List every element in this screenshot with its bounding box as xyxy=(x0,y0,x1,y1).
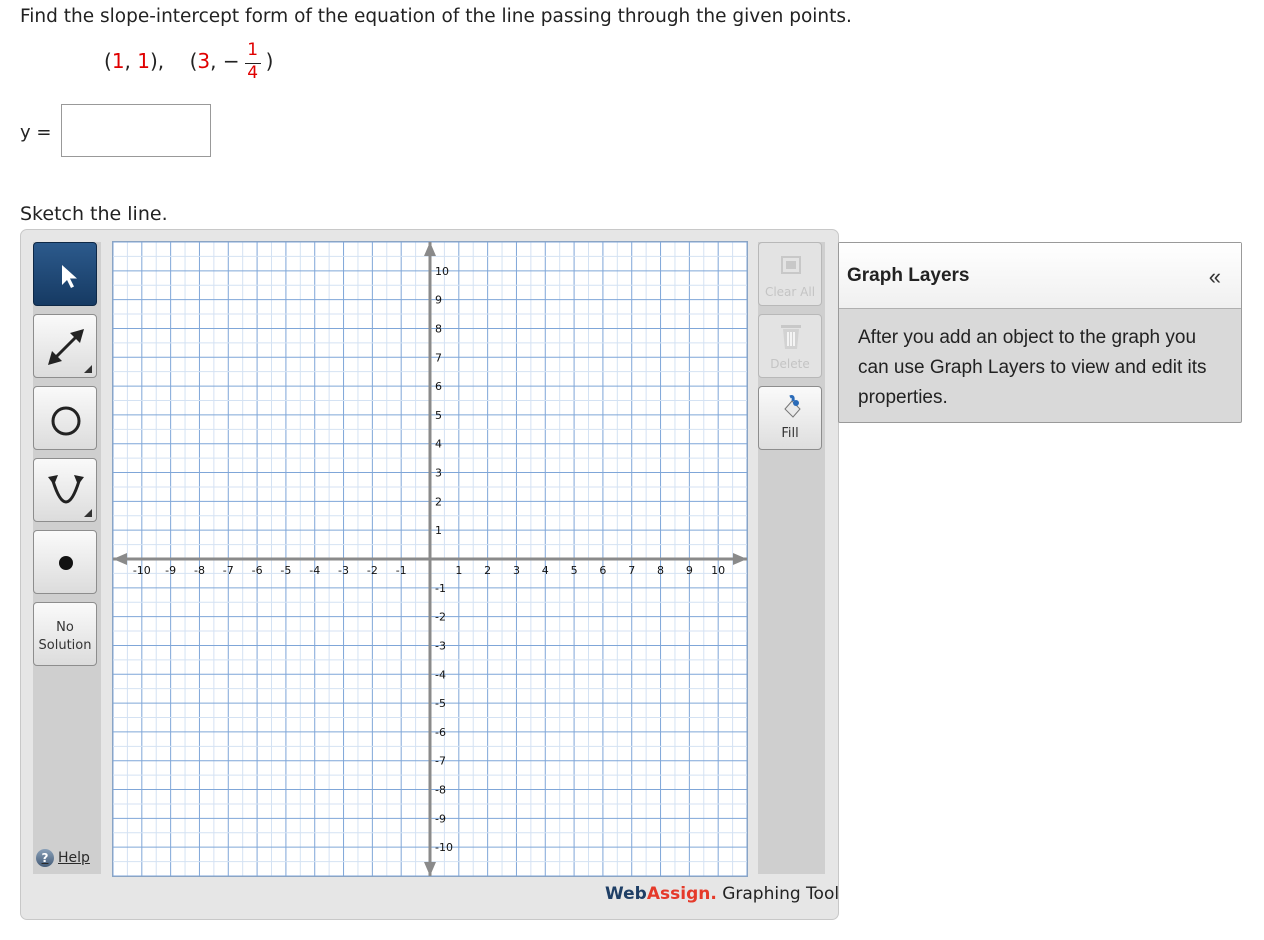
delete-button[interactable]: Delete xyxy=(758,314,822,378)
x-tick-label: 7 xyxy=(628,564,635,577)
y-tick-label: -7 xyxy=(435,755,446,768)
fraction-numerator: 1 xyxy=(247,40,259,60)
y-tick-label: 3 xyxy=(435,467,442,480)
y-tick-label: -10 xyxy=(435,841,453,854)
x-tick-label: -10 xyxy=(133,564,151,577)
x-tick-label: 3 xyxy=(513,564,520,577)
y-tick-label: 2 xyxy=(435,495,442,508)
point-1-x: 1 xyxy=(111,49,125,73)
coordinate-grid[interactable]: -10 -9 -8 -7 -6 -5 -4 -3 -2 -1 1 2 3 4 5 6 7 8 9 10 10 9 8 7 6 5 4… xyxy=(112,241,748,877)
pointer-icon xyxy=(62,265,77,288)
brand-assign: Assign. xyxy=(646,884,717,904)
x-tick-label: 6 xyxy=(599,564,606,577)
y-tick-label: 10 xyxy=(435,265,449,278)
point-2-x: 3 xyxy=(197,49,211,73)
brand-web: Web xyxy=(605,884,647,904)
submenu-indicator-icon xyxy=(84,509,92,517)
no-solution-button[interactable]: No Solution xyxy=(33,602,97,666)
x-tick-label: 9 xyxy=(686,564,693,577)
trash-icon xyxy=(781,325,801,349)
y-tick-label: 7 xyxy=(435,351,442,364)
graph-layers-panel: Graph Layers « After you add an object t… xyxy=(838,242,1242,423)
y-tick-label: -6 xyxy=(435,726,446,739)
separator: , − xyxy=(210,49,240,73)
point-1-y: 1 xyxy=(137,49,150,73)
submenu-indicator-icon xyxy=(84,365,92,373)
parabola-tool-button[interactable] xyxy=(33,458,97,522)
x-axis-arrow-left-icon xyxy=(113,553,127,565)
x-tick-label: 2 xyxy=(484,564,491,577)
point-2: (3, −1 4) xyxy=(190,40,274,83)
help-label: Help xyxy=(58,850,90,866)
x-tick-label: 8 xyxy=(657,564,664,577)
brand-graphing-tool: Graphing Tool xyxy=(716,884,840,904)
fill-button[interactable]: Fill xyxy=(758,386,822,450)
clear-all-button[interactable]: Clear All xyxy=(758,242,822,306)
x-tick-label: -8 xyxy=(194,564,205,577)
y-tick-label: -3 xyxy=(435,639,446,652)
paint-bucket-icon xyxy=(784,395,801,418)
y-axis-arrow-down-icon xyxy=(424,862,436,876)
fill-label: Fill xyxy=(781,426,799,441)
x-tick-label: -7 xyxy=(223,564,234,577)
point-icon xyxy=(59,556,73,570)
graph-canvas[interactable]: -10 -9 -8 -7 -6 -5 -4 -3 -2 -1 1 2 3 4 5 6 7 8 9 10 10 9 8 7 6 5 4… xyxy=(112,241,748,877)
point-1: (1, 1), xyxy=(104,49,164,73)
separator: , xyxy=(124,49,138,73)
point-2-y-fraction: 14 xyxy=(242,40,264,83)
y-tick-label: 8 xyxy=(435,322,442,335)
x-tick-label: -5 xyxy=(280,564,291,577)
x-tick-label: 10 xyxy=(711,564,725,577)
help-icon: ? xyxy=(36,849,54,867)
x-axis-arrow-right-icon xyxy=(733,553,747,565)
y-tick-label: -8 xyxy=(435,784,446,797)
given-points: (1, 1), (3, −1 4) xyxy=(104,40,274,83)
point-tool-button[interactable] xyxy=(33,530,97,594)
y-tick-label: -9 xyxy=(435,812,446,825)
x-tick-label: -6 xyxy=(252,564,263,577)
y-tick-label: -2 xyxy=(435,611,446,624)
clear-all-icon xyxy=(781,256,801,274)
paren: ), xyxy=(150,49,165,73)
y-tick-label: 4 xyxy=(435,438,442,451)
answer-label: y = xyxy=(20,122,52,143)
y-tick-label: 1 xyxy=(435,524,442,537)
x-tick-label: 5 xyxy=(571,564,578,577)
no-solution-label-line2: Solution xyxy=(38,638,92,653)
pointer-tool-button[interactable] xyxy=(33,242,97,306)
collapse-icon[interactable]: « xyxy=(1209,264,1221,290)
x-tick-label: 1 xyxy=(455,564,462,577)
graph-layers-help-text: After you add an object to the graph you… xyxy=(858,327,1207,408)
y-tick-label: 6 xyxy=(435,380,442,393)
paren: ) xyxy=(265,49,274,73)
x-tick-label: -3 xyxy=(338,564,349,577)
clear-all-label: Clear All xyxy=(764,285,816,299)
circle-tool-button[interactable] xyxy=(33,386,97,450)
y-tick-label: -5 xyxy=(435,697,446,710)
circle-icon xyxy=(51,406,81,436)
help-link[interactable]: ? Help xyxy=(36,849,90,867)
fraction-denominator: 4 xyxy=(247,63,259,83)
y-tick-label: 9 xyxy=(435,294,442,307)
webassign-brand: WebAssign. Graphing Tool xyxy=(605,884,839,904)
x-tick-label: -1 xyxy=(396,564,407,577)
delete-label: Delete xyxy=(770,357,810,371)
no-solution-label-line1: No xyxy=(56,620,74,635)
graph-layers-title: Graph Layers xyxy=(847,265,970,286)
sketch-label: Sketch the line. xyxy=(20,203,168,225)
y-axis-arrow-up-icon xyxy=(424,242,436,256)
x-tick-label: -9 xyxy=(165,564,176,577)
y-tick-label: -1 xyxy=(435,582,446,595)
x-tick-label: -4 xyxy=(309,564,320,577)
x-tick-label: -2 xyxy=(367,564,378,577)
line-tool-button[interactable] xyxy=(33,314,97,378)
y-tick-label: 5 xyxy=(435,409,442,422)
graph-layers-header: Graph Layers « xyxy=(839,243,1241,309)
y-tick-label: -4 xyxy=(435,668,446,681)
x-tick-label: 4 xyxy=(542,564,549,577)
paren: ( xyxy=(104,49,112,73)
answer-input[interactable] xyxy=(61,104,211,157)
question-prompt: Find the slope-intercept form of the equ… xyxy=(20,6,852,27)
